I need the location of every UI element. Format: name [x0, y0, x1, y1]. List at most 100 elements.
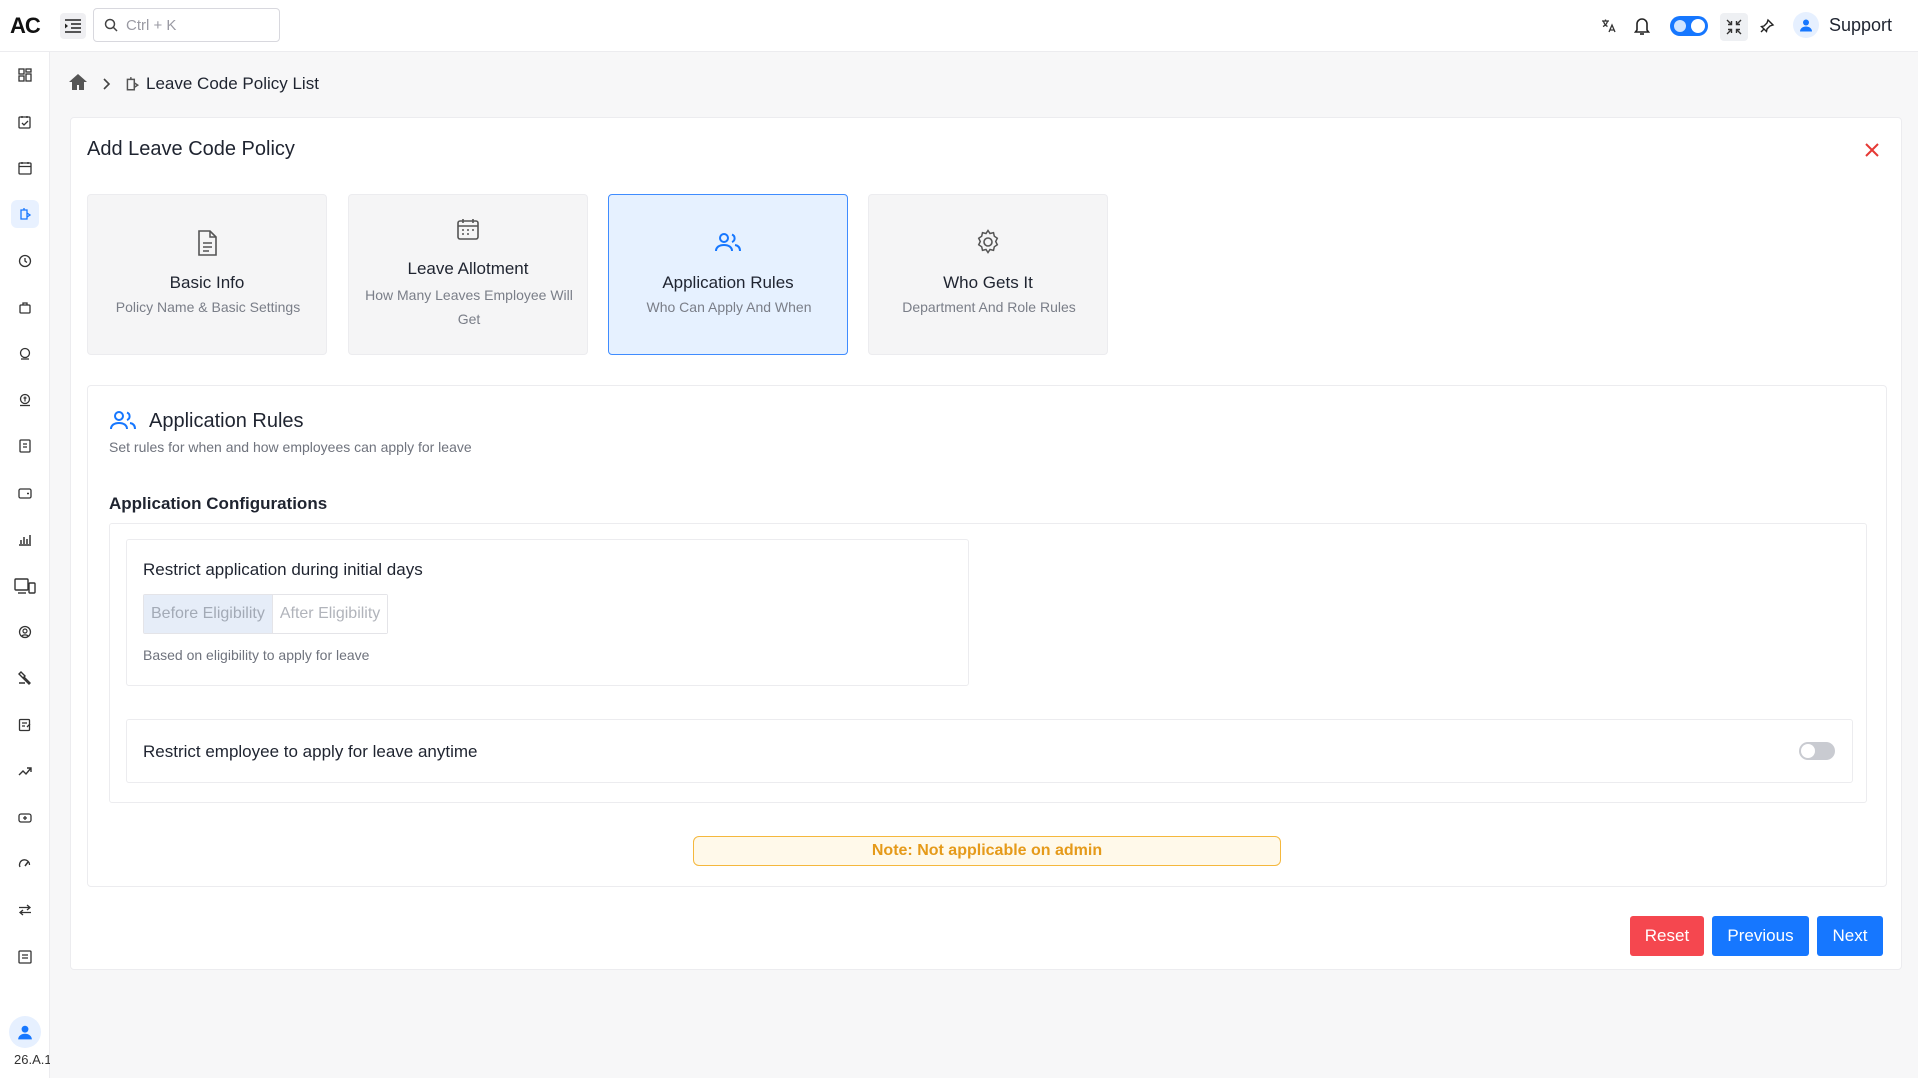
notes-icon [18, 718, 31, 732]
sidebar-item-assets[interactable] [11, 804, 39, 832]
tools-icon [18, 671, 31, 685]
users-icon [715, 233, 741, 252]
sidebar-item-calendar[interactable] [11, 154, 39, 182]
performance-icon [18, 767, 32, 776]
sidebar-item-inbox[interactable] [11, 943, 39, 971]
user-menu[interactable]: Support [1793, 12, 1892, 38]
breadcrumb-current: Leave Code Policy List [146, 74, 319, 93]
step-application-rules[interactable]: Application Rules Who Can Apply And When [608, 194, 848, 355]
assets-icon [18, 813, 32, 823]
menu-icon [65, 19, 81, 33]
step-title: Application Rules [662, 273, 794, 292]
home-icon [69, 73, 87, 90]
sidebar-item-speed[interactable] [11, 850, 39, 878]
toggle-knob [1691, 19, 1705, 33]
translate-button[interactable] [1596, 14, 1620, 38]
switch-knob [1801, 744, 1815, 758]
app-version: 26.A.1 [14, 1052, 50, 1067]
chart-icon [19, 535, 31, 546]
transfer-icon [18, 904, 32, 916]
anytime-rule: Restrict employee to apply for leave any… [126, 719, 1853, 783]
sidebar-item-wallet[interactable] [11, 479, 39, 507]
calendar-icon [457, 219, 479, 240]
step-who-gets-it[interactable]: Who Gets It Department And Role Rules [868, 194, 1108, 355]
profile-icon [18, 625, 32, 639]
page-title: Add Leave Code Policy [87, 138, 295, 160]
users-icon [110, 410, 136, 435]
user-name: Support [1829, 14, 1893, 35]
report-icon [19, 439, 31, 453]
translate-icon [1602, 19, 1616, 33]
payroll-icon [19, 347, 31, 360]
search-box[interactable] [93, 8, 280, 42]
sidebar-item-attendance[interactable] [11, 108, 39, 136]
next-button[interactable]: Next [1817, 916, 1883, 956]
close-button[interactable] [1860, 138, 1884, 162]
step-subtitle: Department And Role Rules [902, 299, 1076, 315]
pin-icon [1760, 18, 1775, 33]
bag-icon [19, 302, 31, 314]
step-subtitle: Who Can Apply And When [646, 299, 812, 315]
user-icon [18, 1025, 32, 1040]
rule-label: Restrict employee to apply for leave any… [143, 742, 478, 761]
close-icon [1865, 143, 1879, 157]
notification-button[interactable] [1630, 14, 1654, 38]
step-title: Who Gets It [943, 273, 1033, 292]
before-eligibility-option[interactable]: Before Eligibility [144, 595, 273, 633]
step-basic-info[interactable]: Basic Info Policy Name & Basic Settings [87, 194, 327, 355]
rule-help-text: Based on eligibility to apply for leave [143, 647, 370, 663]
dashboard-icon [18, 68, 32, 82]
speed-icon [18, 859, 31, 868]
eligibility-segmented-control: Before Eligibility After Eligibility [143, 594, 389, 634]
sidebar-item-dashboard[interactable] [11, 61, 39, 89]
user-icon [1800, 19, 1812, 32]
user-avatar [1793, 12, 1819, 38]
document-icon [198, 230, 217, 256]
pin-button[interactable] [1755, 14, 1779, 38]
previous-button[interactable]: Previous [1712, 916, 1809, 956]
sun-icon [1674, 20, 1686, 32]
sidebar-item-notes[interactable] [11, 711, 39, 739]
step-leave-allotment[interactable]: Leave Allotment How Many Leaves Employee… [348, 194, 588, 355]
rule-title: Restrict application during initial days [143, 560, 423, 579]
after-eligibility-option[interactable]: After Eligibility [272, 595, 388, 633]
fullscreen-button[interactable] [1720, 13, 1748, 41]
sidebar-user-avatar[interactable] [9, 1016, 41, 1048]
policy-form-card: Add Leave Code Policy Basic Info Policy … [70, 117, 1902, 970]
search-icon [104, 18, 118, 32]
step-title: Leave Allotment [407, 259, 529, 278]
clock-icon [18, 254, 32, 268]
app-logo[interactable]: AC [10, 13, 41, 39]
menu-toggle-button[interactable] [60, 13, 86, 39]
admin-note: Note: Not applicable on admin [693, 836, 1281, 866]
config-title: Application Configurations [109, 494, 328, 513]
sidebar-item-devices[interactable] [11, 572, 39, 600]
step-title: Basic Info [169, 273, 245, 292]
wallet-icon [18, 488, 32, 499]
reset-button[interactable]: Reset [1630, 916, 1704, 956]
attendance-icon [18, 116, 31, 129]
sidebar-item-leave[interactable] [11, 200, 39, 228]
gear-icon [977, 229, 999, 254]
sidebar-item-chart[interactable] [11, 525, 39, 553]
sidebar-item-tools[interactable] [11, 664, 39, 692]
anytime-rule-switch[interactable] [1799, 742, 1835, 760]
theme-toggle[interactable] [1670, 16, 1708, 36]
devices-icon [14, 578, 36, 594]
sidebar-item-transfer[interactable] [11, 896, 39, 924]
sidebar-item-clock[interactable] [11, 247, 39, 275]
breadcrumb-home[interactable] [68, 73, 88, 96]
sidebar-item-loan[interactable] [11, 386, 39, 414]
config-box: Restrict application during initial days… [109, 523, 1867, 803]
sidebar-item-performance[interactable] [11, 757, 39, 785]
breadcrumb: Leave Code Policy List [68, 72, 319, 96]
sidebar-item-payroll[interactable] [11, 340, 39, 368]
loan-icon [19, 393, 31, 407]
sidebar-item-bag[interactable] [11, 293, 39, 321]
sidebar-item-report[interactable] [11, 432, 39, 460]
initial-days-rule: Restrict application during initial days… [126, 539, 969, 686]
search-input[interactable] [126, 16, 276, 34]
step-subtitle: How Many Leaves Employee Will Get [365, 287, 573, 327]
chevron-right-icon [102, 78, 112, 90]
sidebar-item-profile[interactable] [11, 618, 39, 646]
